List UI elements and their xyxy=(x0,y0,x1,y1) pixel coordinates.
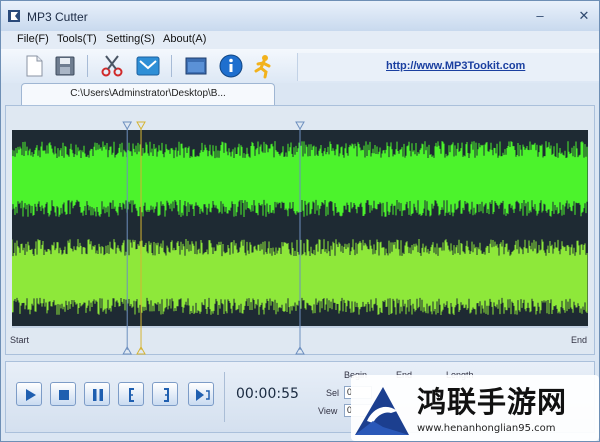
stop-icon xyxy=(59,390,69,400)
watermark-logo-icon xyxy=(355,387,409,435)
stop-button[interactable] xyxy=(50,382,76,406)
waveform-panel: Start End xyxy=(5,105,595,355)
save-icon[interactable] xyxy=(52,53,78,79)
menu-about[interactable]: About(A) xyxy=(163,33,206,45)
menu-bar: File(F) Tools(T) Setting(S) About(A) xyxy=(1,31,599,49)
menu-tools[interactable]: Tools(T) xyxy=(57,33,97,45)
set-end-icon xyxy=(164,388,169,402)
pause-icon xyxy=(93,389,103,401)
controls-separator xyxy=(224,372,225,422)
pause-button[interactable] xyxy=(84,382,110,406)
window-title: MP3 Cutter xyxy=(27,10,88,24)
email-icon[interactable] xyxy=(135,53,161,79)
playhead-marker[interactable] xyxy=(136,121,146,355)
play-icon xyxy=(26,389,36,401)
app-logo-icon xyxy=(8,10,20,22)
row-sel-label: Sel xyxy=(326,388,340,398)
play-selection-icon xyxy=(196,389,210,401)
title-bar[interactable]: MP3 Cutter – ✕ xyxy=(1,1,599,32)
tab-strip: C:\Users\Adminstrator\Desktop\B... xyxy=(1,83,599,105)
set-end-button[interactable] xyxy=(152,382,178,406)
selection-end-marker[interactable] xyxy=(295,121,305,355)
scissors-icon[interactable] xyxy=(99,53,125,79)
close-button[interactable]: ✕ xyxy=(575,8,593,24)
marker-layer xyxy=(122,121,305,355)
website-link[interactable]: http://www.MP3Tookit.com xyxy=(386,60,525,72)
runner-icon[interactable] xyxy=(251,53,277,79)
play-button[interactable] xyxy=(16,382,42,406)
info-icon[interactable] xyxy=(218,53,244,79)
menu-file[interactable]: File(F) xyxy=(17,33,49,45)
minimize-button[interactable]: – xyxy=(531,8,549,24)
watermark-title: 鸿联手游网 xyxy=(417,385,568,419)
play-selection-button[interactable] xyxy=(188,382,214,406)
new-file-icon[interactable] xyxy=(21,53,47,79)
set-begin-icon xyxy=(129,388,134,402)
time-display: 00:00:55 xyxy=(236,386,299,402)
url-panel: http://www.MP3Tookit.com xyxy=(297,53,599,81)
toolbar-separator xyxy=(171,55,172,77)
file-tab[interactable]: C:\Users\Adminstrator\Desktop\B... xyxy=(21,83,275,105)
menu-setting[interactable]: Setting(S) xyxy=(106,33,155,45)
watermark-overlay: 鸿联手游网 www.henanhonglian95.com xyxy=(351,375,599,441)
selection-start-marker[interactable] xyxy=(122,121,133,355)
watermark-url: www.henanhonglian95.com xyxy=(417,423,556,434)
toolbar-separator xyxy=(87,55,88,77)
window-icon[interactable] xyxy=(183,53,209,79)
row-view-label: View xyxy=(318,406,338,416)
app-window: MP3 Cutter – ✕ File(F) Tools(T) Setting(… xyxy=(0,0,600,442)
set-begin-button[interactable] xyxy=(118,382,144,406)
